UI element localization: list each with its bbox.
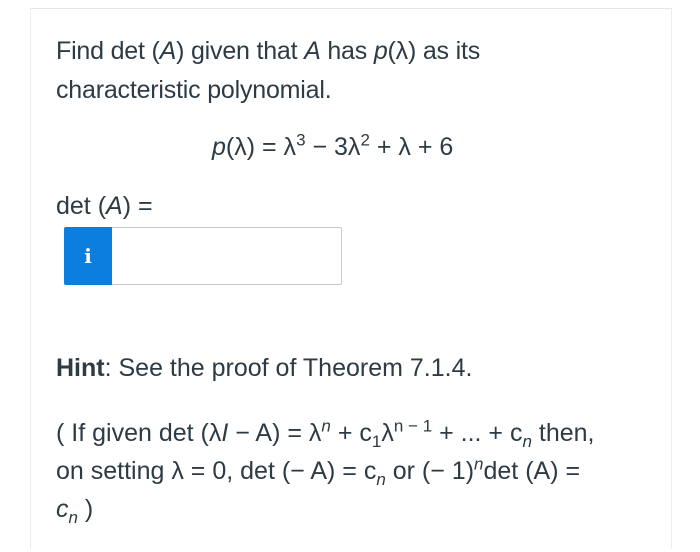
hint-line-3: cn ) (56, 495, 94, 527)
question-text: Find det (A) given that A has p(λ) as it… (56, 32, 616, 110)
answer-label: det (A) = (56, 192, 153, 220)
info-button[interactable]: i (64, 227, 112, 285)
info-icon: i (84, 244, 92, 268)
hint-text: Hint: See the proof of Theorem 7.1.4. (56, 354, 473, 382)
hint-explanation: ( If given det (λI − A) = λn + c1λn − 1 … (56, 414, 656, 528)
hint-line-2: on setting λ = 0, det (− A) = cn or (− 1… (56, 454, 581, 489)
question-line-1: Find det (A) given that A has p(λ) as it… (56, 37, 480, 65)
characteristic-polynomial-equation: p(λ) = λ3 − 3λ2 + λ + 6 (212, 130, 454, 161)
answer-input-group: i (64, 227, 342, 285)
hint-line-1: ( If given det (λI − A) = λn + c1λn − 1 … (56, 416, 595, 451)
hint-title: Hint (56, 354, 105, 382)
answer-input[interactable] (112, 227, 342, 285)
question-line-2: characteristic polynomial. (56, 76, 332, 104)
